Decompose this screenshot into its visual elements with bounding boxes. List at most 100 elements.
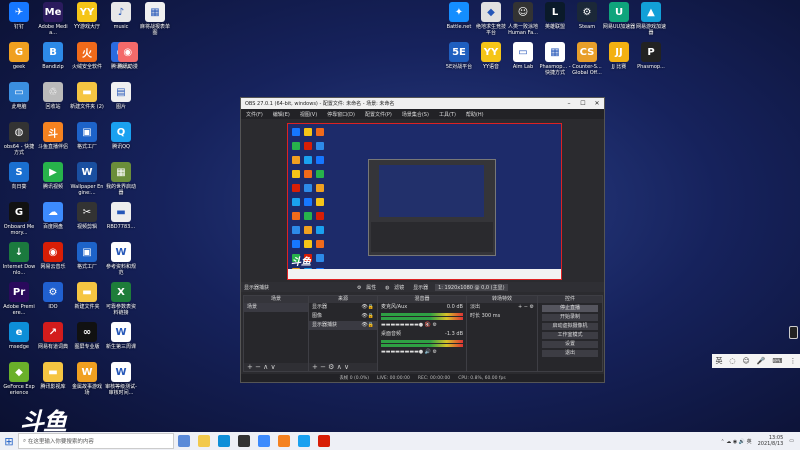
sources-footer[interactable]: + − ⚙ ∧ ∨ bbox=[309, 363, 377, 371]
desktop-shortcut[interactable]: ✈ 钉钉 bbox=[2, 2, 36, 30]
desktop-shortcut[interactable]: ◆ GeForce Experience bbox=[2, 362, 36, 396]
ime-language[interactable]: 英 bbox=[715, 356, 722, 366]
menu-item[interactable]: 视图(V) bbox=[295, 111, 322, 118]
duration-field[interactable]: 时长 300 ms bbox=[467, 312, 537, 321]
menu-item[interactable]: 配置文件(P) bbox=[360, 111, 397, 118]
filters-button[interactable]: ◍ 滤镜 bbox=[382, 284, 410, 291]
volume-slider[interactable]: ▬▬▬▬▬▬▬▬● 🔇 ⚙ bbox=[378, 321, 466, 330]
desktop-shortcut[interactable]: ▤ 图片 bbox=[104, 82, 138, 110]
netease-music-icon[interactable] bbox=[318, 435, 330, 447]
desktop-shortcut[interactable]: ▬ 新建文件夹 bbox=[70, 282, 104, 310]
mic-icon[interactable]: 🎤 bbox=[757, 357, 766, 365]
notification-icon[interactable]: ▭ bbox=[789, 438, 794, 444]
desktop-shortcut[interactable]: ▬ 腾讯影视库 bbox=[36, 362, 70, 390]
ime-toolbar[interactable]: 英 ◌ ☺ 🎤 ⌨ ⋮ bbox=[712, 354, 800, 368]
desktop-shortcut[interactable]: ▶ 腾讯视频 bbox=[36, 162, 70, 190]
display-select[interactable]: 1: 1920x1080 @ 0,0 (主显) bbox=[435, 283, 508, 291]
tray-icons[interactable]: ⌃ ☁ ◉ 🔊 英 bbox=[720, 438, 751, 445]
desktop-shortcut[interactable]: ⚙ IDO bbox=[36, 282, 70, 310]
desktop-shortcut[interactable]: ▣ 格式工厂 bbox=[70, 242, 104, 270]
virtual-camera-button[interactable]: 启动虚拟摄像机 bbox=[542, 323, 598, 330]
task-view-icon[interactable] bbox=[178, 435, 190, 447]
start-recording-button[interactable]: 开始录制 bbox=[542, 314, 598, 321]
desktop-shortcut[interactable]: W 参考资料和规范 bbox=[104, 242, 138, 276]
desktop-shortcut[interactable]: W Wallpaper Engine:... bbox=[70, 162, 104, 196]
emoji-icon[interactable]: ☺ bbox=[742, 357, 749, 365]
keyboard-icon[interactable]: ⌨ bbox=[772, 357, 782, 365]
scene-item[interactable]: 场景 bbox=[244, 303, 308, 312]
obs-taskbar-icon[interactable] bbox=[238, 435, 250, 447]
scenes-footer[interactable]: + − ∧ ∨ bbox=[244, 363, 308, 371]
transition-select[interactable]: 淡出 + − ⚙ bbox=[467, 303, 537, 312]
desktop-shortcut[interactable]: ↗ 网易有道词典 bbox=[36, 322, 70, 350]
desktop-shortcut[interactable]: Pr Adobe Premiere... bbox=[2, 282, 36, 316]
desktop-shortcut[interactable]: ∞ 图屏专业版 bbox=[70, 322, 104, 350]
obs-titlebar[interactable]: OBS 27.0.1 (64-bit, windows) - 配置文件: 未命名… bbox=[241, 98, 604, 109]
desktop-shortcut[interactable]: ✦ Battle.net bbox=[442, 2, 476, 30]
desktop-shortcut[interactable]: 斗斗鱼直播伴侣 bbox=[36, 122, 70, 150]
phone-icon[interactable] bbox=[789, 326, 798, 339]
desktop-shortcut[interactable]: ▭ 此电脑 bbox=[2, 82, 36, 110]
desktop-shortcut[interactable]: CS Counter-S... Global Off... bbox=[570, 42, 604, 76]
menu-item[interactable]: 停靠窗口(D) bbox=[322, 111, 360, 118]
menu-item[interactable]: 文件(F) bbox=[241, 111, 268, 118]
desktop-shortcut[interactable]: ▦ Phasmop... - 快捷方式 bbox=[538, 42, 572, 76]
douyu-icon[interactable] bbox=[278, 435, 290, 447]
menu-item[interactable]: 编辑(E) bbox=[268, 111, 295, 118]
maximize-icon[interactable]: ☐ bbox=[576, 100, 590, 107]
obs-preview[interactable]: 斗鱼 bbox=[287, 123, 562, 280]
minimize-icon[interactable]: – bbox=[562, 100, 576, 107]
desktop-shortcut[interactable]: ▣ 格式工厂 bbox=[70, 122, 104, 150]
app-icon[interactable] bbox=[258, 435, 270, 447]
desktop-shortcut[interactable]: ⚙ Steam bbox=[570, 2, 604, 30]
desktop-shortcut[interactable]: ▬ RBD7783... bbox=[104, 202, 138, 230]
clock[interactable]: 13:05 2021/8/13 bbox=[758, 435, 784, 447]
studio-mode-button[interactable]: 工作室模式 bbox=[542, 332, 598, 339]
desktop-shortcut[interactable]: ▦ 我的世界启动器 bbox=[104, 162, 138, 196]
punctuation-icon[interactable]: ◌ bbox=[729, 357, 735, 365]
desktop-shortcut[interactable]: ◉ 腾讯动漫 bbox=[111, 42, 145, 70]
edge-icon[interactable] bbox=[218, 435, 230, 447]
desktop-shortcut[interactable]: YY YY游戏大厅 bbox=[70, 2, 104, 30]
source-item[interactable]: 显示器捕获 👁🔒 bbox=[309, 321, 377, 330]
desktop-shortcut[interactable]: ☺ 人类一败涂地 Human Fa... bbox=[506, 2, 540, 36]
menu-item[interactable]: 工具(T) bbox=[434, 111, 461, 118]
desktop-shortcut[interactable]: e msedge bbox=[2, 322, 36, 350]
properties-button[interactable]: ⚙ 属性 bbox=[354, 284, 382, 291]
desktop-shortcut[interactable]: 火火绒安全软件 bbox=[70, 42, 104, 70]
qq-icon[interactable] bbox=[298, 435, 310, 447]
desktop-shortcut[interactable]: W 金属故事游戏场 bbox=[70, 362, 104, 396]
desktop-shortcut[interactable]: S 向日葵 bbox=[2, 162, 36, 190]
desktop-shortcut[interactable]: ◉ 网易云音乐 bbox=[36, 242, 70, 270]
desktop-shortcut[interactable]: ▭ Aim Lab bbox=[506, 42, 540, 70]
source-item[interactable]: 显示器 👁🔒 bbox=[309, 303, 377, 312]
volume-slider[interactable]: ▬▬▬▬▬▬▬▬● 🔊 ⚙ bbox=[378, 348, 466, 357]
desktop-shortcut[interactable]: B Bandizip bbox=[36, 42, 70, 70]
menu-icon[interactable]: ⋮ bbox=[789, 357, 796, 365]
menu-item[interactable]: 场景集合(S) bbox=[397, 111, 434, 118]
desktop-shortcut[interactable]: ▲ 网易游戏加速器 bbox=[634, 2, 668, 36]
desktop-shortcut[interactable]: ◍ obs64 - 快捷方式 bbox=[2, 122, 36, 156]
taskbar-search-input[interactable]: ⌕ 在这里输入你要搜索的内容 bbox=[18, 433, 174, 449]
windows-start-icon[interactable]: ⊞ bbox=[0, 435, 18, 448]
desktop-shortcut[interactable]: 5E 5E对战平台 bbox=[442, 42, 476, 70]
desktop-shortcut[interactable]: Me Adobe Media... bbox=[36, 2, 70, 36]
desktop-shortcut[interactable]: W 新生第三周课 bbox=[104, 322, 138, 350]
desktop-shortcut[interactable]: P Phasmop... bbox=[634, 42, 668, 70]
stop-streaming-button[interactable]: 停止直播 bbox=[542, 305, 598, 312]
desktop-shortcut[interactable]: Q 腾讯QQ bbox=[104, 122, 138, 150]
source-item[interactable]: 图像 👁🔒 bbox=[309, 312, 377, 321]
desktop-shortcut[interactable]: Ggeek bbox=[2, 42, 36, 70]
desktop-shortcut[interactable]: ↓ Internet Downlo... bbox=[2, 242, 36, 276]
desktop-shortcut[interactable]: W 审核等级测试-审核时间... bbox=[104, 362, 138, 396]
settings-button[interactable]: 设置 bbox=[542, 341, 598, 348]
desktop-shortcut[interactable]: L 英雄联盟 bbox=[538, 2, 572, 30]
desktop-shortcut[interactable]: JJ JJ 比赛 bbox=[602, 42, 636, 70]
desktop-shortcut[interactable]: ▦ 麻将战报表单图 bbox=[138, 2, 172, 36]
desktop-shortcut[interactable]: ▬ 新建文件夹 (2) bbox=[70, 82, 104, 110]
desktop-shortcut[interactable]: ✂ 视频剪辑 bbox=[70, 202, 104, 230]
desktop-shortcut[interactable]: YY YY语音 bbox=[474, 42, 508, 70]
desktop-shortcut[interactable]: ◆ 绝地求生竞技平台 bbox=[474, 2, 508, 36]
desktop-shortcut[interactable]: X 可靠参数表资料链接 bbox=[104, 282, 138, 316]
desktop-shortcut[interactable]: ♲ 回收站 bbox=[36, 82, 70, 110]
